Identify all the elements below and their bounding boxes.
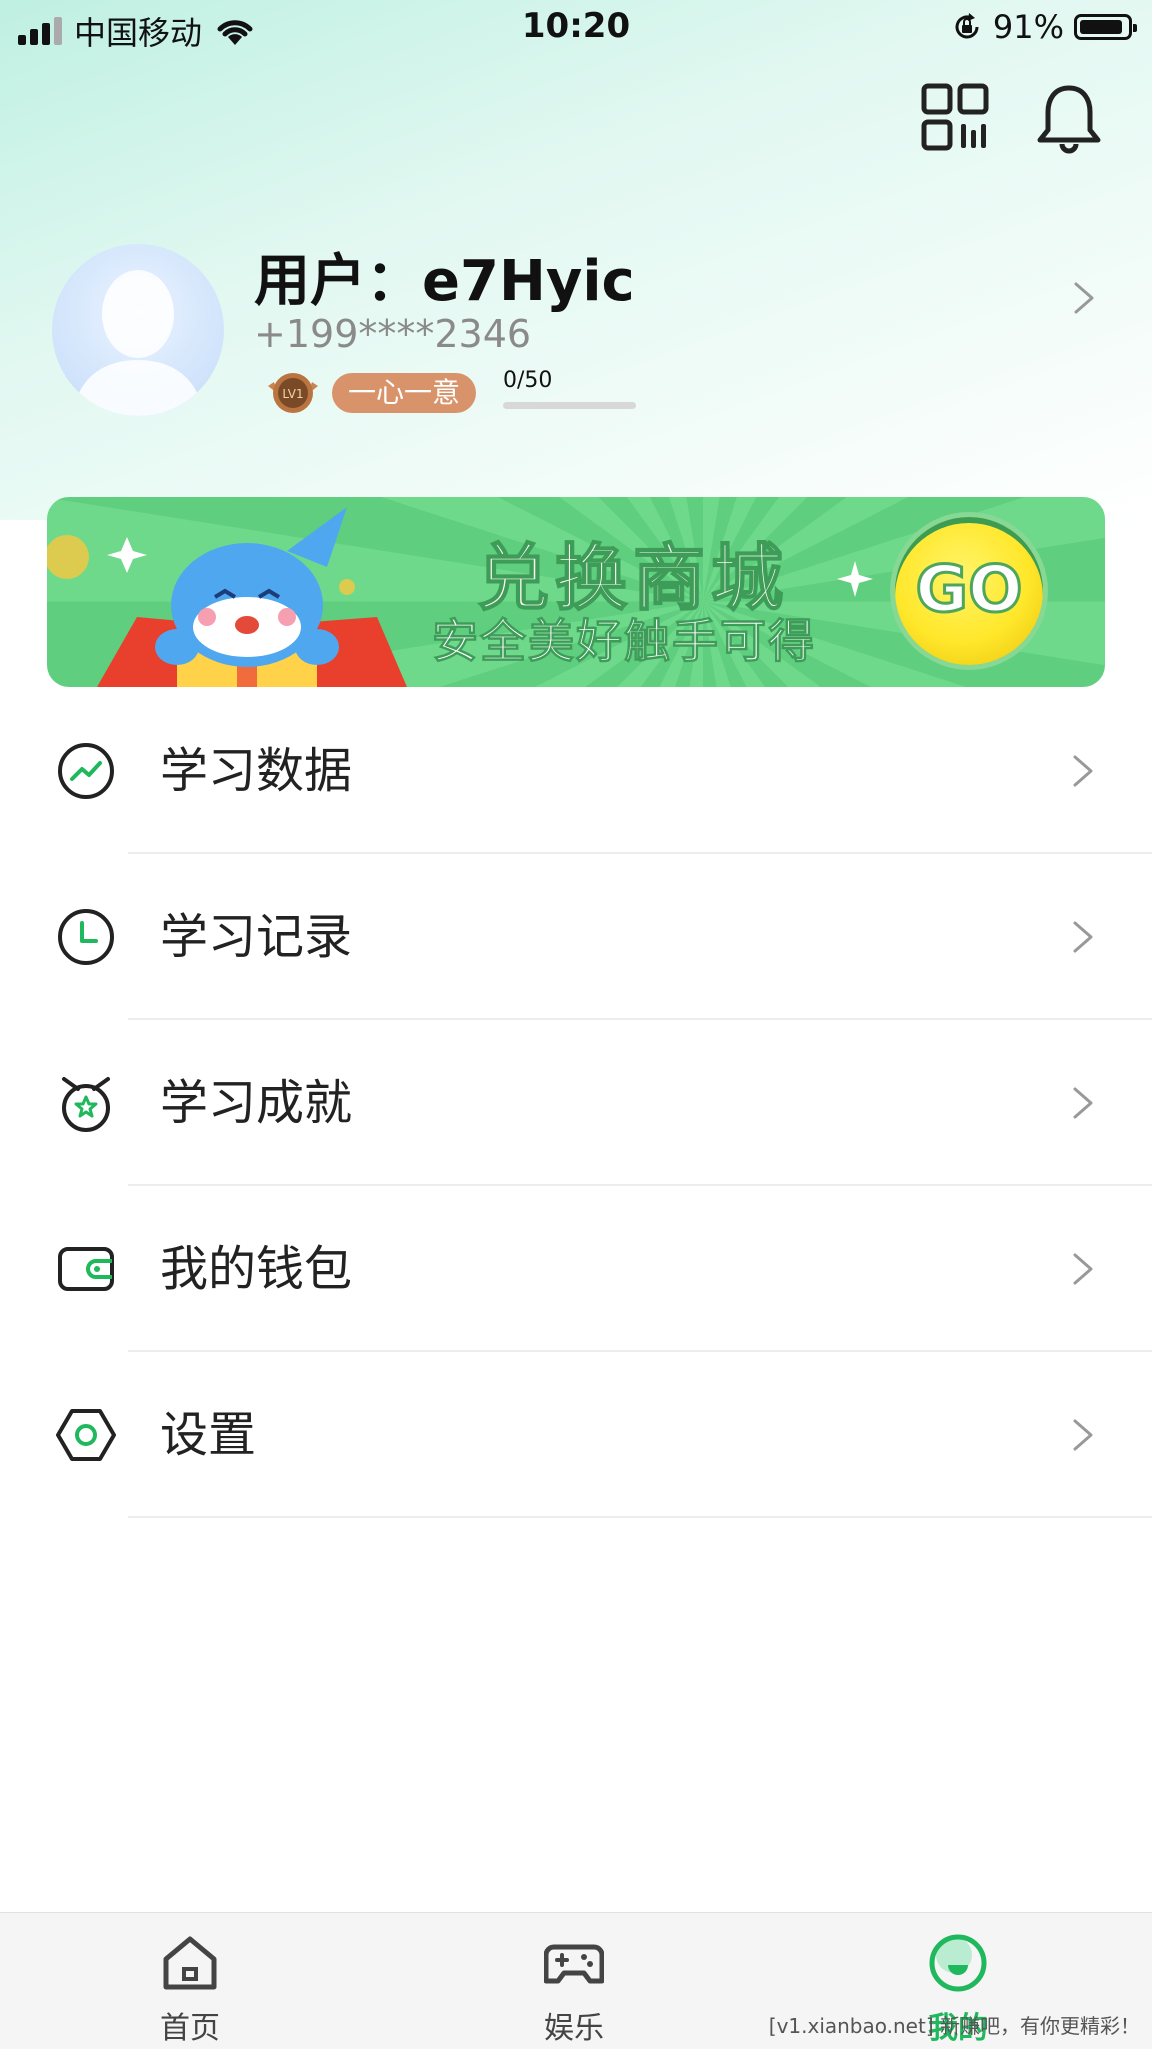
- username: 用户：e7Hyic: [254, 249, 635, 314]
- battery-percent: 91%: [992, 8, 1064, 46]
- menu-item-my-wallet[interactable]: 我的钱包: [0, 1186, 1152, 1352]
- home-icon: [163, 1936, 217, 1990]
- chevron-right-icon: [1073, 755, 1093, 787]
- bell-icon[interactable]: [1032, 80, 1106, 154]
- medal-icon: [62, 1077, 110, 1132]
- avatar-silhouette-icon: [72, 270, 204, 416]
- gamepad-icon: [544, 1944, 604, 1984]
- trend-chart-icon: [58, 743, 114, 799]
- tab-entertainment[interactable]: 娱乐: [474, 1913, 674, 2049]
- tab-label: 首页: [160, 2011, 220, 2046]
- avatar[interactable]: [52, 244, 224, 416]
- divider: [128, 1516, 1152, 1518]
- tab-home[interactable]: 首页: [90, 1913, 290, 2049]
- wallet-icon: [58, 1247, 114, 1291]
- exchange-mall-banner[interactable]: 兑换商城 安全美好触手可得 GO: [47, 497, 1105, 687]
- menu-label: 学习数据: [160, 743, 353, 799]
- chevron-right-icon: [1073, 921, 1093, 953]
- menu-label: 设置: [160, 1407, 257, 1463]
- menu-item-study-achievement[interactable]: 学习成就: [0, 1020, 1152, 1186]
- sparkle-icon: [837, 561, 873, 597]
- chevron-right-icon: [1073, 1419, 1093, 1451]
- level-badge-text: LV1: [282, 387, 303, 401]
- level-progress-bar: [503, 402, 636, 409]
- menu-item-settings[interactable]: 设置: [0, 1352, 1152, 1518]
- menu-label: 学习记录: [160, 909, 353, 965]
- chevron-right-icon: [1073, 1253, 1093, 1285]
- banner-go-label: GO: [914, 552, 1024, 629]
- watermark-text: [v1.xianbao.net] 新赚吧，有你更精彩！: [768, 2014, 1140, 2038]
- level-progress-text: 0/50: [503, 368, 553, 393]
- menu-item-study-data[interactable]: 学习数据: [0, 688, 1152, 854]
- menu-label: 我的钱包: [160, 1241, 353, 1297]
- settings-hexagon-icon: [56, 1409, 116, 1461]
- banner-subtitle: 安全美好触手可得: [432, 614, 816, 669]
- status-bar: 中国移动 10:20 91%: [0, 0, 1152, 58]
- status-right: 91%: [951, 8, 1137, 46]
- qr-code-icon[interactable]: [918, 80, 992, 154]
- menu-item-study-record[interactable]: 学习记录: [0, 854, 1152, 1020]
- dolphin-mascot-icon: [47, 507, 407, 687]
- menu-label: 学习成就: [160, 1075, 353, 1131]
- level-badge-icon: LV1: [268, 373, 318, 413]
- rotation-lock-icon: [955, 13, 979, 39]
- tab-label: 娱乐: [544, 2011, 604, 2046]
- chevron-right-icon: [1073, 1087, 1093, 1119]
- battery-icon: [1074, 14, 1137, 40]
- profile-face-icon: [929, 1934, 987, 1992]
- banner-go-button[interactable]: GO: [895, 517, 1043, 665]
- clock-icon: [58, 909, 114, 965]
- level-title-tag: 一心一意: [332, 373, 477, 413]
- profile-chevron-icon[interactable]: [1072, 280, 1096, 316]
- phone-number: +199****2346: [254, 312, 532, 356]
